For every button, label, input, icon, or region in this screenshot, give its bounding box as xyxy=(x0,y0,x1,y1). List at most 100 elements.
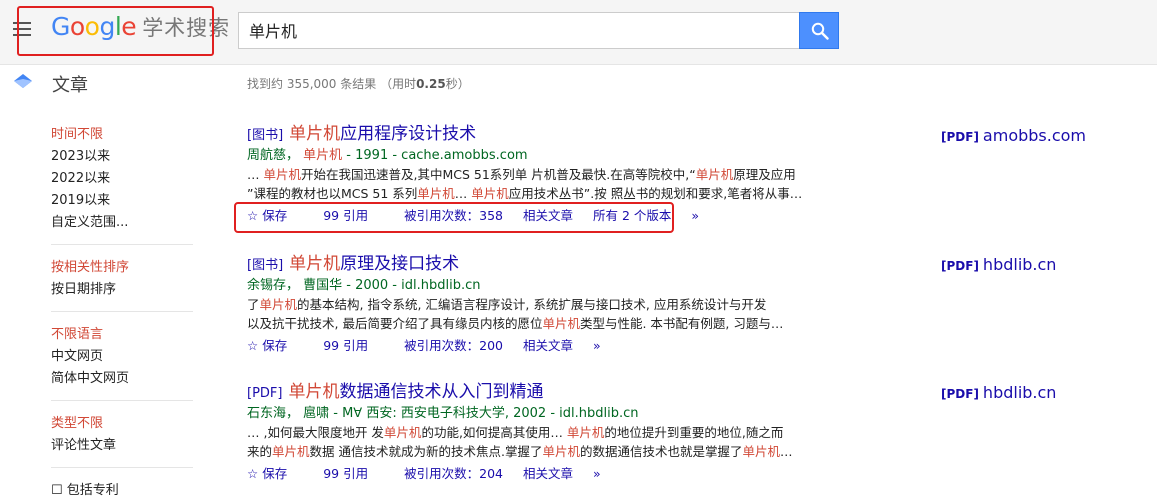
star-icon: ☆ xyxy=(247,338,259,353)
quote-icon: 99 xyxy=(323,338,340,353)
type-review[interactable]: 评论性文章 xyxy=(51,435,193,457)
lang-simplified-chinese[interactable]: 简体中文网页 xyxy=(51,368,193,390)
include-patents-checkbox[interactable]: ☐ 包括专利 xyxy=(51,480,193,502)
result-snippet: ”课程的教材也以MCS 51 系列单片机… 单片机应用技术丛书”.按 照丛书的规… xyxy=(247,184,827,203)
snippet-text: 原理及应用 xyxy=(733,167,796,182)
type-any[interactable]: 类型不限 xyxy=(51,413,193,435)
snippet-text: 了 xyxy=(247,297,260,312)
save-label: 保存 xyxy=(262,466,288,481)
meta-rest: - 1991 - cache.amobbs.com xyxy=(342,148,528,163)
result-type: [图书] xyxy=(247,128,284,143)
snippet-text: 来的 xyxy=(247,444,273,459)
result-type: [PDF] xyxy=(247,386,283,401)
cite-label: 引用 xyxy=(343,466,369,481)
snippet-highlight: 单片机 xyxy=(542,444,580,459)
more-chevron-icon[interactable]: » xyxy=(593,463,601,485)
snippet-highlight: 单片机 xyxy=(417,186,455,201)
language-group: 不限语言 中文网页 简体中文网页 xyxy=(51,324,193,401)
title-highlight: 单片机 xyxy=(289,254,341,274)
more-chevron-icon[interactable]: » xyxy=(593,335,601,357)
snippet-highlight: 单片机 xyxy=(263,167,301,182)
result-title[interactable]: [图书] 单片机应用程序设计技术 xyxy=(247,122,827,146)
snippet-text: 应用技术丛书”.按 照丛书的规划和要求,笔者将从事… xyxy=(508,186,803,201)
pdf-tag: [PDF] xyxy=(941,387,979,401)
snippet-highlight: 单片机 xyxy=(695,167,734,182)
search-result: [图书] 单片机原理及接口技术 余锡存， 曹国华 - 2000 - idl.hbd… xyxy=(247,252,827,357)
snippet-text: … xyxy=(454,186,472,201)
result-type: [图书] xyxy=(247,258,284,273)
result-title[interactable]: [PDF] 单片机数据通信技术从入门到精通 xyxy=(247,380,827,404)
sort-group: 按相关性排序 按日期排序 xyxy=(51,257,193,312)
snippet-highlight: 单片机 xyxy=(542,316,580,331)
time-filter-group: 时间不限 2023以来 2022以来 2019以来 自定义范围... xyxy=(51,124,193,245)
result-meta: 石东海， 扈啸 - M∀ 西安: 西安电子科技大学, 2002 - idl.hb… xyxy=(247,406,639,421)
snippet-text: 数据 通信技术就成为新的技术焦点.掌握了 xyxy=(309,444,543,459)
result-snippet: 来的单片机数据 通信技术就成为新的技术焦点.掌握了单片机的数据通信技术也就是掌握… xyxy=(247,442,827,461)
cited-by-link[interactable]: 被引用次数：204 xyxy=(404,463,503,485)
filter-custom-range[interactable]: 自定义范围... xyxy=(51,212,193,234)
pdf-link[interactable]: [PDF] amobbs.com xyxy=(941,126,1086,145)
save-button[interactable]: ☆ 保存 xyxy=(247,335,303,357)
filter-since-2022[interactable]: 2022以来 xyxy=(51,168,193,190)
snippet-highlight: 单片机 xyxy=(566,425,605,440)
snippet-text: 的数据通信技术也就是掌握了 xyxy=(580,444,743,459)
snippet-text: 的功能,如何提高其使用… xyxy=(421,425,567,440)
section-label: 文章 xyxy=(52,75,88,96)
related-articles-link[interactable]: 相关文章 xyxy=(523,463,573,485)
sort-by-relevance[interactable]: 按相关性排序 xyxy=(51,257,193,279)
sort-by-date[interactable]: 按日期排序 xyxy=(51,279,193,301)
type-group: 类型不限 评论性文章 xyxy=(51,413,193,468)
save-label: 保存 xyxy=(262,338,288,353)
filter-sidebar: 时间不限 2023以来 2022以来 2019以来 自定义范围... 按相关性排… xyxy=(51,124,193,502)
pdf-domain: hbdlib.cn xyxy=(982,255,1057,274)
top-header: Google 学术搜索 单片机 xyxy=(0,0,1157,65)
result-actions: ☆ 保存 99 引用 被引用次数：204 相关文章 » xyxy=(247,463,827,485)
filter-since-2019[interactable]: 2019以来 xyxy=(51,190,193,212)
snippet-text: 的地位提升到重要的地位,随之而 xyxy=(604,425,784,440)
snippet-text: ”课程的教材也以MCS 51 系列 xyxy=(247,186,418,201)
pdf-link[interactable]: [PDF] hbdlib.cn xyxy=(941,383,1056,402)
cited-by-link[interactable]: 被引用次数：200 xyxy=(404,335,503,357)
snippet-text: 开始在我国迅速普及,其中MCS 51系列单 片机普及最快.在高等院校中,“ xyxy=(301,167,696,182)
annotation-box-logo xyxy=(17,6,214,56)
result-snippet: … ,如何最大限度地开 发单片机的功能,如何提高其使用… 单片机的地位提升到重要… xyxy=(247,423,827,442)
result-title[interactable]: [图书] 单片机原理及接口技术 xyxy=(247,252,827,276)
search-button[interactable] xyxy=(799,12,839,49)
cite-button[interactable]: 99 引用 xyxy=(323,463,384,485)
title-highlight: 单片机 xyxy=(289,124,341,144)
meta-highlight: 单片机 xyxy=(303,148,343,163)
title-rest: 数据通信技术从入门到精通 xyxy=(339,382,544,402)
snippet-text: 以及抗干扰技术, 最后简要介绍了具有缘员内核的愿位 xyxy=(247,316,543,331)
snippet-text: … ,如何最大限度地开 发 xyxy=(247,425,384,440)
stats-time: 0.25 xyxy=(416,77,446,91)
result-snippet: 了单片机的基本结构, 指令系统, 汇编语言程序设计, 系统扩展与接口技术, 应用… xyxy=(247,295,827,314)
cite-label: 引用 xyxy=(343,338,369,353)
result-actions: ☆ 保存 99 引用 被引用次数：200 相关文章 » xyxy=(247,335,827,357)
filter-since-2023[interactable]: 2023以来 xyxy=(51,146,193,168)
more-chevron-icon[interactable]: » xyxy=(691,205,699,227)
snippet-text: 的基本结构, 指令系统, 汇编语言程序设计, 系统扩展与接口技术, 应用系统设计… xyxy=(297,297,767,312)
filter-any-time[interactable]: 时间不限 xyxy=(51,124,193,146)
articles-icon xyxy=(14,74,32,88)
lang-chinese[interactable]: 中文网页 xyxy=(51,346,193,368)
checkbox-icon: ☐ xyxy=(51,483,67,498)
meta-authors: 周航慈， xyxy=(247,148,300,163)
lang-any[interactable]: 不限语言 xyxy=(51,324,193,346)
related-articles-link[interactable]: 相关文章 xyxy=(523,335,573,357)
annotation-box-actions xyxy=(234,202,674,233)
pdf-domain: hbdlib.cn xyxy=(982,383,1057,402)
search-icon xyxy=(811,22,829,40)
snippet-highlight: 单片机 xyxy=(272,444,310,459)
stats-suffix: 秒） xyxy=(445,77,470,91)
snippet-highlight: 单片机 xyxy=(471,186,509,201)
snippet-highlight: 单片机 xyxy=(259,297,298,312)
save-button[interactable]: ☆ 保存 xyxy=(247,463,303,485)
cite-button[interactable]: 99 引用 xyxy=(323,335,384,357)
include-patents-label: 包括专利 xyxy=(66,483,119,498)
search-input[interactable]: 单片机 xyxy=(238,12,799,49)
pdf-link[interactable]: [PDF] hbdlib.cn xyxy=(941,255,1056,274)
result-snippet: … 单片机开始在我国迅速普及,其中MCS 51系列单 片机普及最快.在高等院校中… xyxy=(247,165,827,184)
result-snippet: 以及抗干扰技术, 最后简要介绍了具有缘员内核的愿位单片机类型与性能. 本书配有例… xyxy=(247,314,827,333)
search-result: [PDF] 单片机数据通信技术从入门到精通 石东海， 扈啸 - M∀ 西安: 西安… xyxy=(247,380,827,485)
result-meta: 周航慈， 单片机 - 1991 - cache.amobbs.com xyxy=(247,146,827,165)
